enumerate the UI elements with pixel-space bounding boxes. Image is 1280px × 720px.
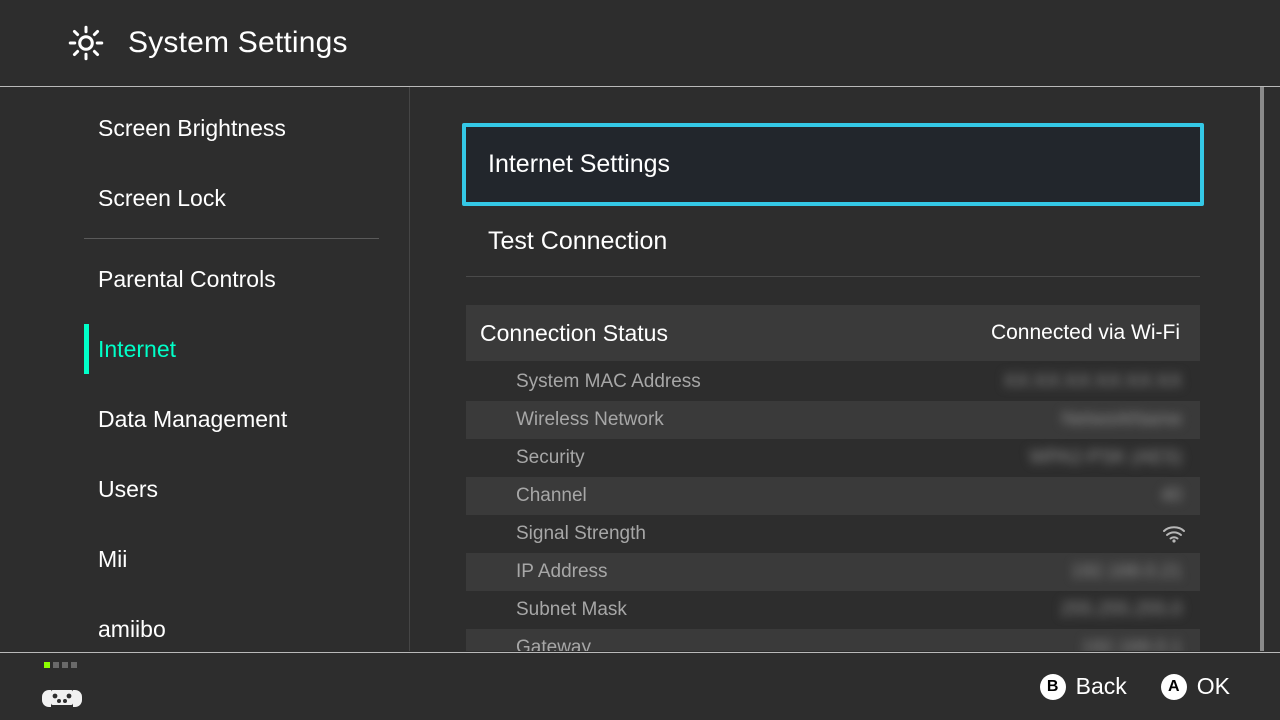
sidebar-item-label: amiibo — [98, 616, 166, 643]
sidebar-item-amiibo[interactable]: amiibo — [0, 594, 409, 651]
connection-status-rows: System MAC Address XX:XX:XX:XX:XX:XX Wir… — [466, 363, 1200, 651]
row-label: Gateway — [516, 637, 591, 651]
ok-button[interactable]: A OK — [1161, 673, 1230, 700]
sidebar-item-label: Internet — [98, 336, 176, 363]
page-title: System Settings — [128, 26, 348, 60]
row-gateway: Gateway 192.168.0.1 — [466, 629, 1200, 651]
back-label: Back — [1076, 673, 1127, 700]
connection-status-title: Connection Status — [480, 320, 668, 347]
row-value: NetworkName — [1062, 409, 1186, 431]
main-panel: Internet Settings Test Connection Connec… — [410, 87, 1280, 651]
footer: B Back A OK — [0, 652, 1280, 720]
sidebar-item-label: Parental Controls — [98, 266, 276, 293]
option-test-connection[interactable]: Test Connection — [466, 206, 1200, 277]
row-subnet-mask: Subnet Mask 255.255.255.0 — [466, 591, 1200, 629]
option-internet-settings[interactable]: Internet Settings — [462, 123, 1204, 206]
row-label: Security — [516, 447, 585, 469]
header: System Settings — [0, 0, 1280, 86]
row-label: Subnet Mask — [516, 599, 627, 621]
row-label: Signal Strength — [516, 523, 646, 545]
sidebar-item-label: Screen Brightness — [98, 115, 286, 142]
row-value: 40 — [1161, 485, 1186, 507]
sidebar-item-data-management[interactable]: Data Management — [0, 384, 409, 454]
row-ip-address: IP Address 192.168.0.21 — [466, 553, 1200, 591]
a-key-icon: A — [1161, 674, 1187, 700]
gear-icon — [68, 25, 104, 61]
sidebar-item-internet[interactable]: Internet — [0, 314, 409, 384]
content: Screen Brightness Screen Lock Parental C… — [0, 87, 1280, 651]
option-label: Test Connection — [488, 227, 667, 256]
row-mac-address: System MAC Address XX:XX:XX:XX:XX:XX — [466, 363, 1200, 401]
sidebar-item-label: Screen Lock — [98, 185, 226, 212]
connection-status-value: Connected via Wi-Fi — [991, 321, 1180, 345]
sidebar-item-screen-lock[interactable]: Screen Lock — [0, 163, 409, 233]
sidebar-item-parental-controls[interactable]: Parental Controls — [0, 244, 409, 314]
row-label: System MAC Address — [516, 371, 701, 393]
sidebar-item-label: Users — [98, 476, 158, 503]
controller-icon — [42, 686, 80, 712]
player-dots — [44, 662, 77, 668]
back-button[interactable]: B Back — [1040, 673, 1127, 700]
b-key-icon: B — [1040, 674, 1066, 700]
sidebar: Screen Brightness Screen Lock Parental C… — [0, 87, 410, 651]
connection-status-header: Connection Status Connected via Wi-Fi — [466, 305, 1200, 361]
sidebar-item-label: Mii — [98, 546, 127, 573]
row-security: Security WPA2-PSK (AES) — [466, 439, 1200, 477]
sidebar-item-screen-brightness[interactable]: Screen Brightness — [0, 93, 409, 163]
row-label: Channel — [516, 485, 587, 507]
row-label: IP Address — [516, 561, 608, 583]
row-label: Wireless Network — [516, 409, 664, 431]
row-wireless-network: Wireless Network NetworkName — [466, 401, 1200, 439]
sidebar-separator — [84, 238, 379, 239]
row-value: WPA2-PSK (AES) — [1029, 447, 1186, 469]
option-label: Internet Settings — [488, 150, 670, 179]
row-value: XX:XX:XX:XX:XX:XX — [1004, 371, 1186, 393]
row-value: 192.168.0.1 — [1082, 637, 1186, 651]
scroll-indicator[interactable] — [1260, 87, 1264, 651]
sidebar-item-users[interactable]: Users — [0, 454, 409, 524]
wifi-icon — [1162, 525, 1186, 543]
connection-status-block: Connection Status Connected via Wi-Fi Sy… — [466, 305, 1200, 651]
ok-label: OK — [1197, 673, 1230, 700]
row-value: 255.255.255.0 — [1060, 599, 1186, 621]
row-channel: Channel 40 — [466, 477, 1200, 515]
controller-indicator — [48, 662, 80, 712]
sidebar-item-label: Data Management — [98, 406, 287, 433]
row-signal-strength: Signal Strength — [466, 515, 1200, 553]
sidebar-item-mii[interactable]: Mii — [0, 524, 409, 594]
row-value: 192.168.0.21 — [1071, 561, 1186, 583]
